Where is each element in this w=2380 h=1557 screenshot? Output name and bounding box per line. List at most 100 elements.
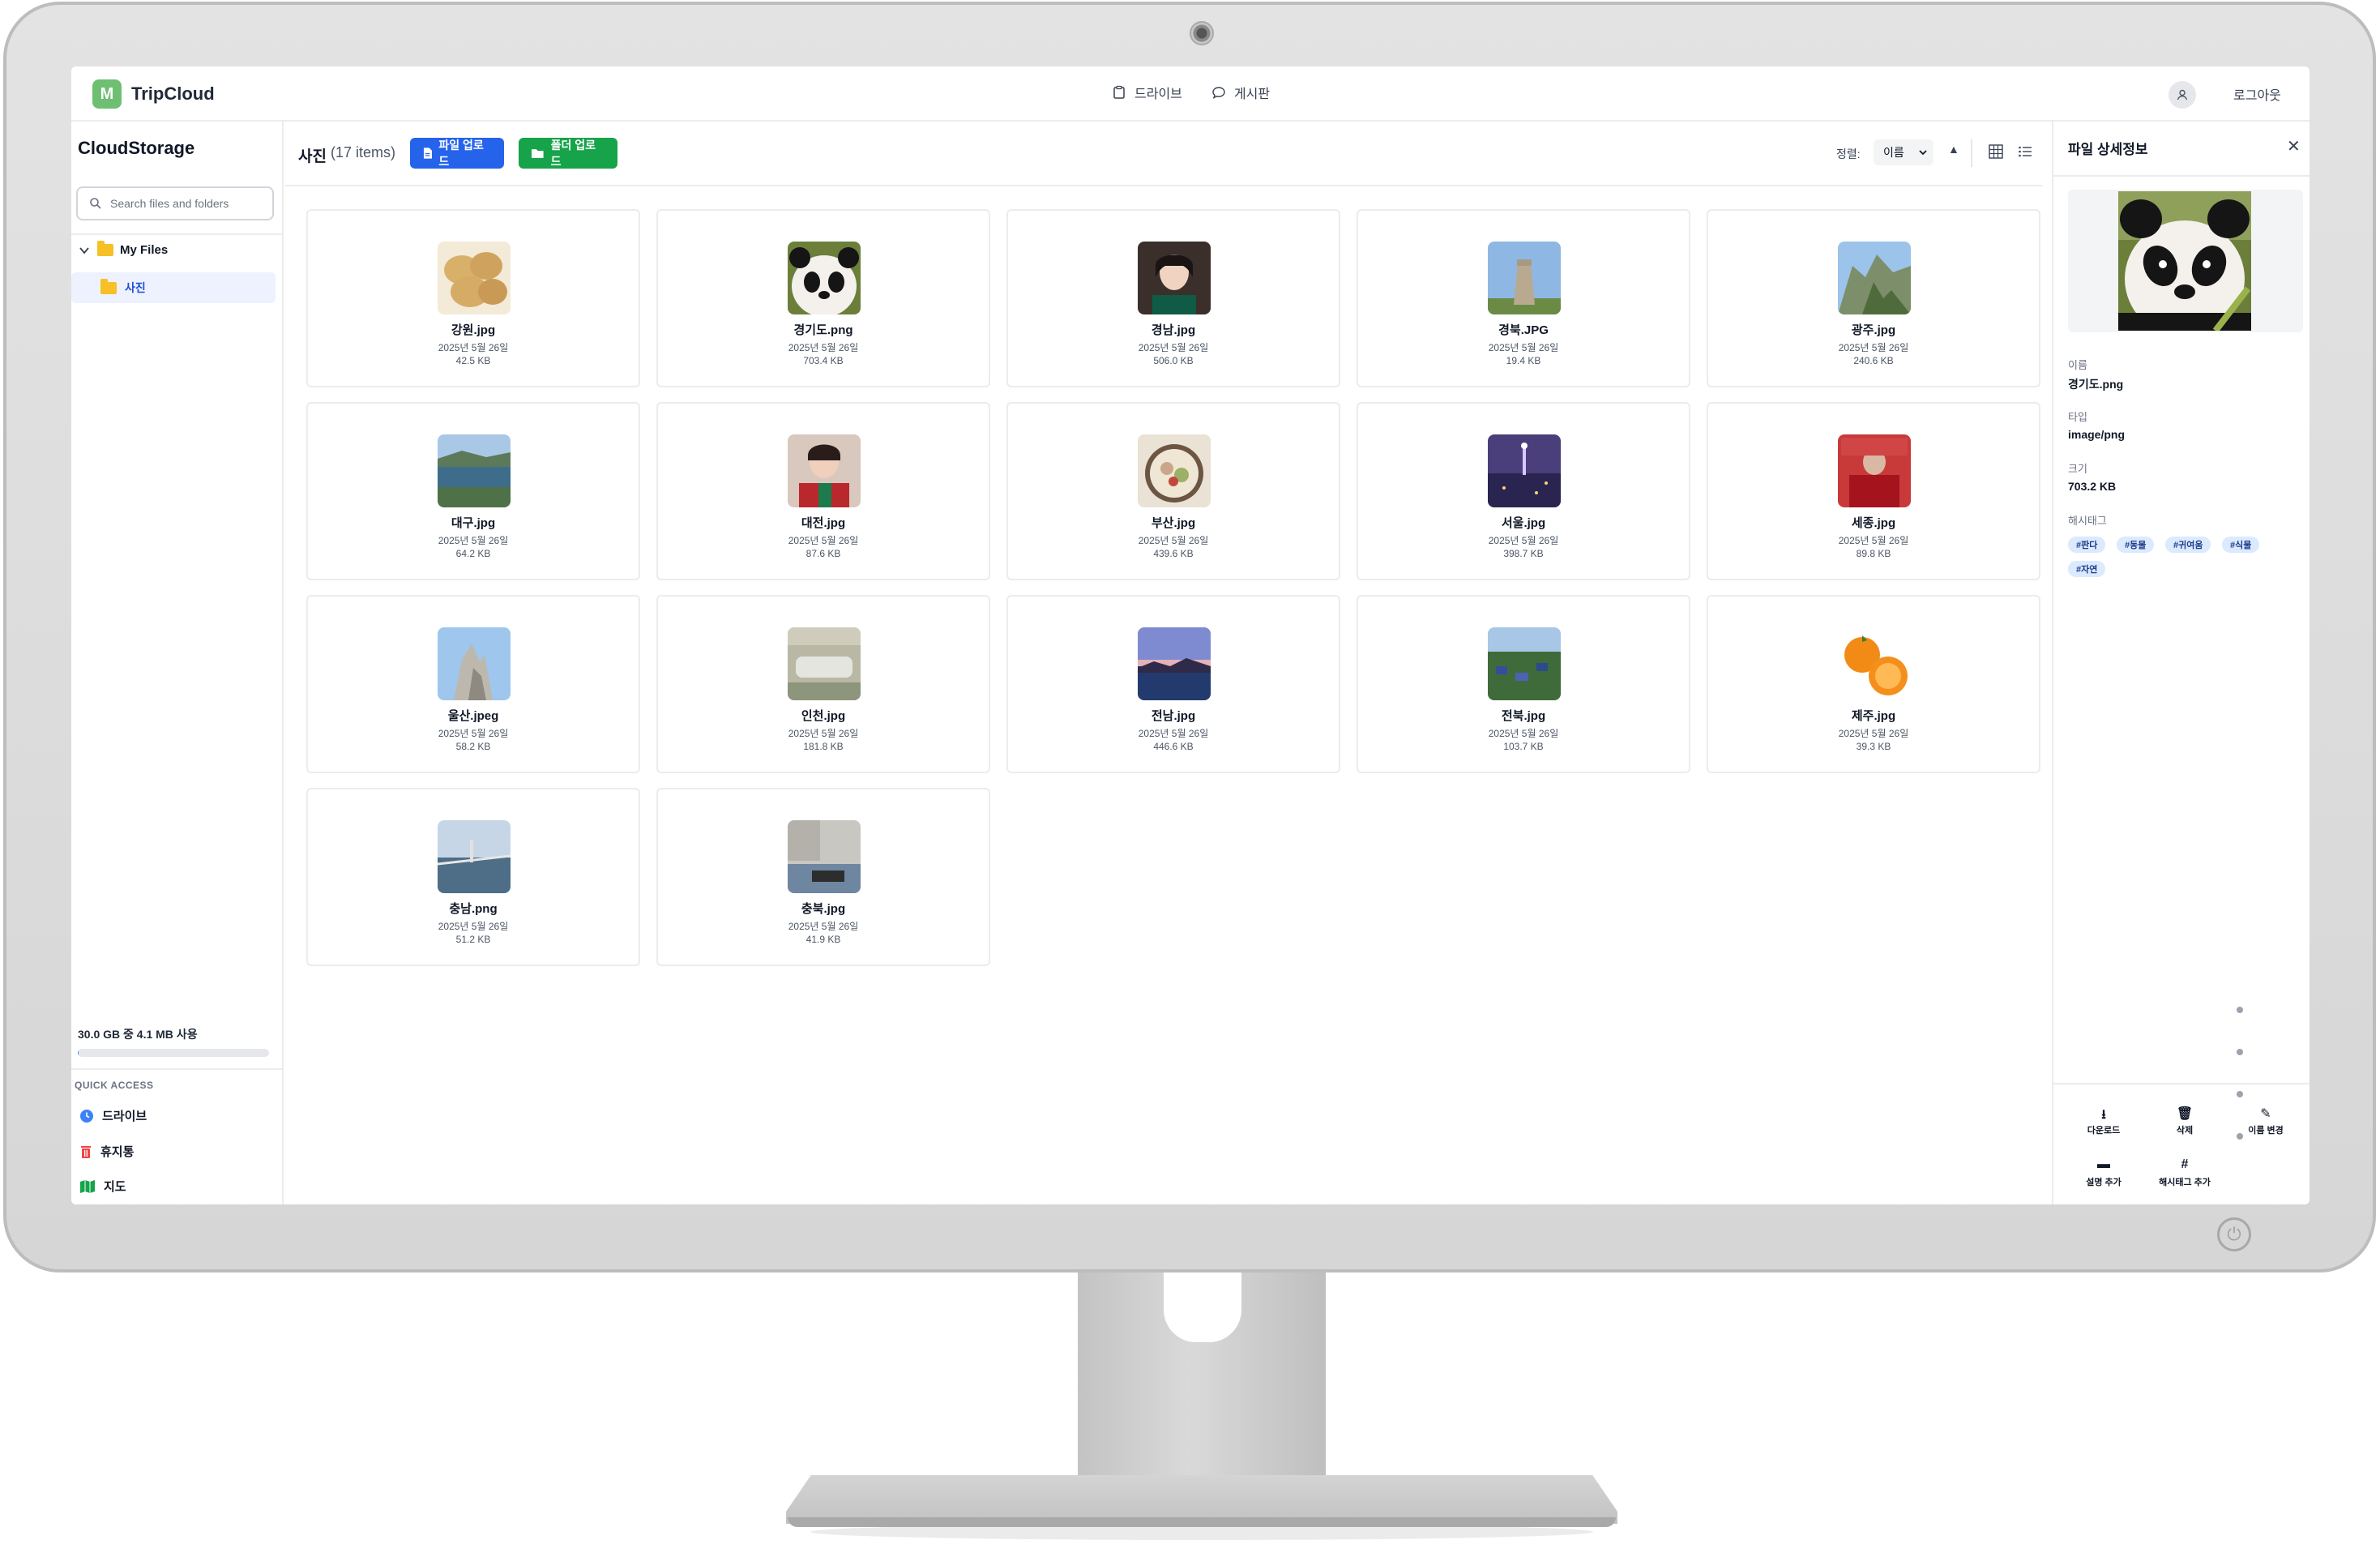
file-size: 42.5 KB [455, 355, 491, 366]
file-date: 2025년 5월 26일 [1488, 728, 1559, 739]
sort-direction-icon[interactable]: ▲ [1948, 143, 1959, 156]
quick-access-drive[interactable]: 드라이브 [79, 1107, 147, 1124]
file-card[interactable]: 부산.jpg 2025년 5월 26일 439.6 KB [1006, 402, 1340, 580]
file-date: 2025년 5월 26일 [1838, 728, 1909, 739]
quick-access-label-text: 지도 [104, 1180, 126, 1194]
file-name: 제주.jpg [1851, 709, 1896, 723]
search-icon [90, 198, 101, 209]
brand[interactable]: M TripCloud [92, 79, 215, 109]
user-avatar-icon[interactable] [2168, 81, 2196, 109]
file-preview [2068, 190, 2303, 332]
pencil-icon: ✎ [2260, 1107, 2271, 1121]
hash-icon: # [2181, 1157, 2189, 1171]
top-navigation: M TripCloud 드라이브 게시판 로그아웃 [71, 66, 2309, 122]
file-size: 439.6 KB [1153, 548, 1194, 559]
monitor-stand-cable-hole [1164, 1273, 1241, 1342]
file-card[interactable]: 경기도.png 2025년 5월 26일 703.4 KB [656, 209, 990, 387]
file-card[interactable]: 강원.jpg 2025년 5월 26일 42.5 KB [306, 209, 640, 387]
file-size: 181.8 KB [803, 741, 844, 752]
file-size: 240.6 KB [1853, 355, 1894, 366]
file-card[interactable]: 광주.jpg 2025년 5월 26일 240.6 KB [1707, 209, 2040, 387]
file-card[interactable]: 충북.jpg 2025년 5월 26일 41.9 KB [656, 788, 990, 966]
upload-file-button[interactable]: 파일 업로드 [410, 138, 504, 169]
logout-button[interactable]: 로그아웃 [2233, 84, 2281, 104]
upload-folder-label: 폴더 업로드 [550, 139, 596, 168]
file-name: 강원.jpg [451, 323, 496, 337]
file-date: 2025년 5월 26일 [788, 921, 859, 932]
sidebar: CloudStorage Search files and folders My… [71, 122, 284, 1204]
file-thumbnail [438, 242, 511, 314]
tree-item-photos[interactable]: 사진 [71, 272, 276, 303]
file-card[interactable]: 전북.jpg 2025년 5월 26일 103.7 KB [1357, 595, 1690, 773]
upload-folder-button[interactable]: 폴더 업로드 [519, 138, 617, 169]
monitor-base [786, 1475, 1617, 1524]
map-icon [80, 1179, 95, 1193]
close-icon[interactable]: ✕ [2287, 136, 2301, 156]
file-size: 39.3 KB [1856, 741, 1891, 752]
file-card[interactable]: 대전.jpg 2025년 5월 26일 87.6 KB [656, 402, 990, 580]
panel-title: 파일 상세정보 [2068, 142, 2148, 157]
storage-usage-bar [78, 1049, 269, 1057]
nav-link-board[interactable]: 게시판 [1211, 83, 1270, 102]
file-name: 경북.JPG [1498, 323, 1549, 337]
file-card[interactable]: 제주.jpg 2025년 5월 26일 39.3 KB [1707, 595, 2040, 773]
tree-item-my-files[interactable]: My Files [78, 241, 168, 257]
quick-access-map[interactable]: 지도 [79, 1178, 126, 1195]
file-size: 103.7 KB [1503, 741, 1544, 752]
type-label: 타입 [2068, 411, 2087, 423]
file-card[interactable]: 경북.JPG 2025년 5월 26일 19.4 KB [1357, 209, 1690, 387]
scroll-dot [2237, 1007, 2243, 1013]
webcam [1190, 21, 1214, 45]
item-count: (17 items) [331, 144, 396, 160]
hashtag-chip[interactable]: #동물 [2117, 537, 2155, 553]
list-view-icon[interactable] [2018, 144, 2032, 159]
download-icon: ⭳ [2101, 1108, 2106, 1122]
file-name: 부산.jpg [1151, 516, 1196, 530]
hashtag-chip[interactable]: #판다 [2068, 537, 2106, 553]
file-name: 울산.jpeg [447, 709, 499, 723]
quick-access-trash[interactable]: 휴지통 [79, 1143, 134, 1160]
file-card[interactable]: 전남.jpg 2025년 5월 26일 446.6 KB [1006, 595, 1340, 773]
file-card[interactable]: 대구.jpg 2025년 5월 26일 64.2 KB [306, 402, 640, 580]
delete-button[interactable]: 🗑 삭제 [2144, 1106, 2225, 1136]
quick-access-label-text: 휴지통 [100, 1145, 135, 1159]
file-card[interactable]: 경남.jpg 2025년 5월 26일 506.0 KB [1006, 209, 1340, 387]
hashtag-chip[interactable]: #귀여움 [2165, 537, 2211, 553]
add-description-button[interactable]: ▬ 설명 추가 [2063, 1157, 2144, 1188]
file-card[interactable]: 세종.jpg 2025년 5월 26일 89.8 KB [1707, 402, 2040, 580]
file-name: 세종.jpg [1851, 516, 1896, 530]
folder-open-icon [532, 148, 544, 158]
file-card[interactable]: 인천.jpg 2025년 5월 26일 181.8 KB [656, 595, 990, 773]
hashtag-chip[interactable]: #자연 [2068, 561, 2106, 577]
add-hashtag-button[interactable]: # 해시태그 추가 [2144, 1157, 2225, 1188]
file-date: 2025년 5월 26일 [788, 728, 859, 739]
sort-select[interactable]: 이름 [1874, 139, 1933, 165]
file-name: 광주.jpg [1851, 323, 1896, 337]
divider [71, 1068, 284, 1070]
grid-view-icon[interactable] [1989, 144, 2003, 159]
monitor-base-edge [788, 1517, 1616, 1527]
divider [1971, 139, 1972, 167]
file-name: 경남.jpg [1151, 323, 1196, 337]
file-name: 서울.jpg [1501, 516, 1546, 530]
file-card[interactable]: 충남.png 2025년 5월 26일 51.2 KB [306, 788, 640, 966]
file-size: 41.9 KB [805, 934, 841, 945]
file-card[interactable]: 서울.jpg 2025년 5월 26일 398.7 KB [1357, 402, 1690, 580]
chevron-down-icon [1919, 150, 1927, 156]
quick-access-label-text: 드라이브 [102, 1110, 147, 1123]
download-button[interactable]: ⭳ 다운로드 [2063, 1106, 2144, 1136]
preview-image [2118, 191, 2251, 331]
storage-usage-fill [78, 1049, 79, 1057]
rename-button[interactable]: ✎ 이름 변경 [2225, 1106, 2306, 1136]
file-card[interactable]: 울산.jpeg 2025년 5월 26일 58.2 KB [306, 595, 640, 773]
hashtag-chip[interactable]: #식물 [2222, 537, 2260, 553]
file-date: 2025년 5월 26일 [788, 535, 859, 546]
nav-link-drive[interactable]: 드라이브 [1112, 83, 1182, 102]
file-size: 506.0 KB [1153, 355, 1194, 366]
search-placeholder: Search files and folders [110, 197, 229, 210]
action-label: 삭제 [2176, 1126, 2194, 1136]
nav-link-label: 드라이브 [1134, 88, 1182, 101]
search-input[interactable]: Search files and folders [76, 186, 274, 220]
power-icon[interactable]: ⏻ [2217, 1217, 2251, 1251]
file-name: 전북.jpg [1501, 709, 1546, 723]
